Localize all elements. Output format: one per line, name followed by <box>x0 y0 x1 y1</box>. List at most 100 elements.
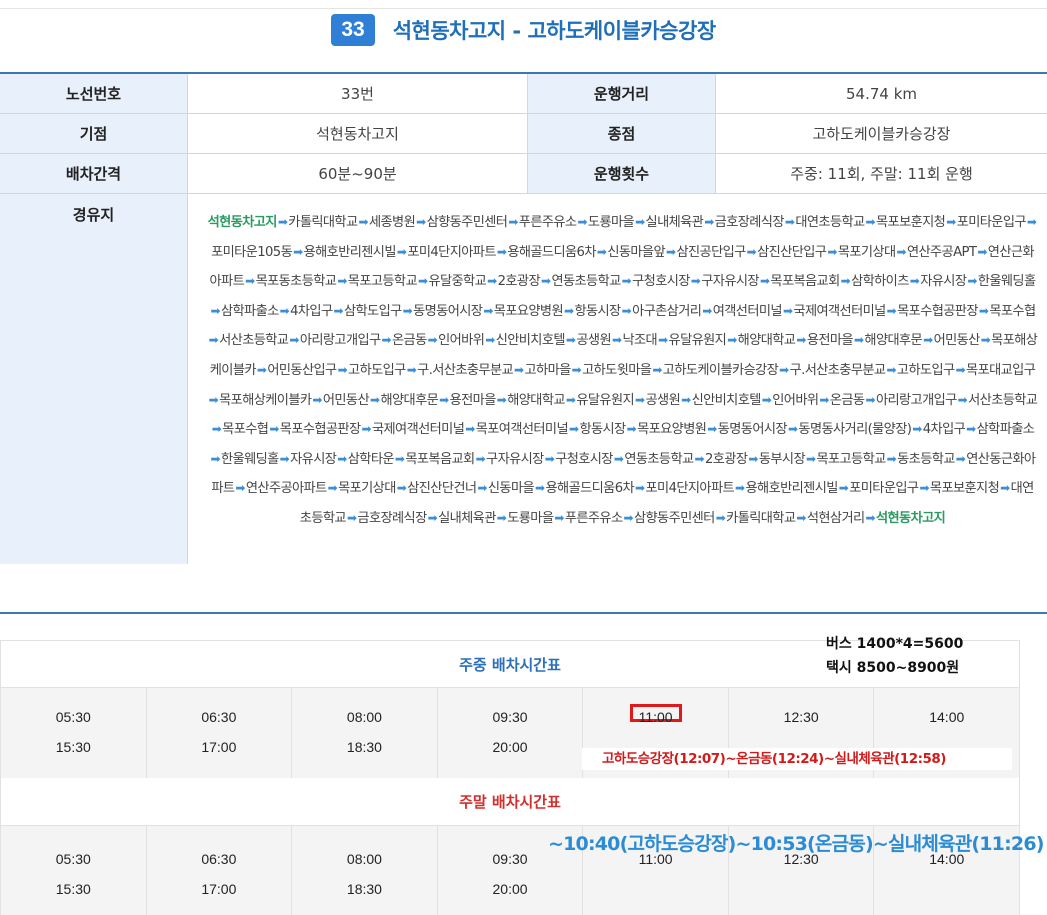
arrow-right-icon: ➡ <box>919 481 929 496</box>
via-stop: 용해호반리젠시빌 <box>745 481 839 497</box>
arrow-right-icon: ➡ <box>978 303 989 318</box>
arrow-right-icon: ➡ <box>370 392 380 407</box>
interval-label: 배차간격 <box>0 154 188 193</box>
arrow-right-icon: ➡ <box>748 451 758 466</box>
arrow-right-icon: ➡ <box>635 481 645 496</box>
via-stop: 국제여객선터미널 <box>371 422 465 438</box>
via-stop: 고하마을 <box>524 362 572 378</box>
arrow-right-icon: ➡ <box>865 392 875 407</box>
arrow-right-icon: ➡ <box>416 215 426 229</box>
arrow-right-icon: ➡ <box>289 333 299 348</box>
via-stop: 목포고등학교 <box>347 274 418 290</box>
arrow-right-icon: ➡ <box>886 362 896 377</box>
via-stop: 신안비치호텔 <box>691 392 762 408</box>
via-stop: 고하도입구 <box>348 362 406 378</box>
route-info-table: 노선번호 33번 운행거리 54.74 km 기점 석현동차고지 종점 고하도케… <box>0 72 1047 564</box>
departure-time: 06:30 <box>201 851 237 867</box>
via-stop: 포미타운105동 <box>211 244 293 260</box>
via-stop: 삼학하이츠 <box>851 274 909 290</box>
schedule-column: 05:30 15:30 <box>1 688 147 778</box>
arrow-right-icon: ➡ <box>613 451 624 466</box>
info-row-route: 노선번호 33번 운행거리 54.74 km <box>0 74 1047 114</box>
arrow-right-icon: ➡ <box>853 333 864 348</box>
via-stop: 고하도윗마을 <box>582 362 652 378</box>
via-stop: 동명동어시장 <box>413 303 483 319</box>
via-stop: 해양대학교 <box>507 392 565 408</box>
end-value: 고하도케이블카승강장 <box>812 125 951 143</box>
arrow-right-icon: ➡ <box>279 303 290 318</box>
end-label: 종점 <box>528 114 716 153</box>
schedule-column: 09:30 20:00 <box>438 688 584 778</box>
arrow-right-icon: ➡ <box>337 362 348 377</box>
arrow-right-icon: ➡ <box>210 303 221 318</box>
arrow-right-icon: ➡ <box>235 481 245 496</box>
arrow-right-icon: ➡ <box>1000 481 1010 496</box>
via-label: 경유지 <box>0 194 188 564</box>
via-stop: 신동마을 <box>487 481 535 497</box>
via-stop: 목포복음교회 <box>770 274 840 290</box>
arrow-right-icon: ➡ <box>540 274 551 289</box>
via-stop: 구.서산초충무분교 <box>417 362 514 378</box>
via-stop: 푸른주유소 <box>518 215 577 230</box>
info-row-via: 경유지 석현동차고지➡카톨릭대학교➡세종병원➡삼향동주민센터➡푸른주유소➡도룡마… <box>0 194 1047 564</box>
arrow-right-icon: ➡ <box>923 333 933 348</box>
via-stop: 해양대학교 <box>737 333 796 349</box>
departure-time: 06:30 <box>201 709 237 725</box>
arrow-right-icon: ➡ <box>279 451 290 466</box>
fare-note: 버스 1400*4=5600 택시 8500~8900원 <box>826 632 963 680</box>
via-stop: 해양대후문 <box>864 333 923 349</box>
info-row-interval: 배차간격 60분~90분 운행횟수 주중: 11회, 주말: 11회 운행 <box>0 154 1047 194</box>
departure-time: 05:30 <box>55 709 91 725</box>
arrow-right-icon: ➡ <box>658 333 668 348</box>
arrow-right-icon: ➡ <box>977 244 987 259</box>
arrow-right-icon: ➡ <box>967 274 977 289</box>
arrow-right-icon: ➡ <box>621 274 632 289</box>
via-stop: 고하도입구 <box>896 362 955 378</box>
via-stop: 어민동산 <box>933 333 981 349</box>
via-stop: 구청호시장 <box>632 274 690 290</box>
arrow-right-icon: ➡ <box>361 422 372 437</box>
via-stop: 신안비치호텔 <box>495 333 566 349</box>
via-stop: 동초등학교 <box>897 451 955 467</box>
via-stop: 실내체육관 <box>438 510 496 526</box>
arrow-right-icon: ➡ <box>208 392 219 407</box>
via-stop: 온금동 <box>392 333 427 349</box>
via-stop: 용해골드디움6차 <box>507 244 596 260</box>
arrow-right-icon: ➡ <box>394 451 405 466</box>
arrow-right-icon: ➡ <box>245 274 255 289</box>
departure-time: 20:00 <box>492 739 528 755</box>
arrow-right-icon: ➡ <box>427 510 438 525</box>
arrow-right-icon: ➡ <box>759 274 770 289</box>
arrow-right-icon: ➡ <box>396 244 407 259</box>
arrow-right-icon: ➡ <box>396 481 407 496</box>
via-stop: 목포기상대 <box>338 481 396 497</box>
arrow-right-icon: ➡ <box>865 510 876 525</box>
departure-time: 15:30 <box>55 881 91 897</box>
arrow-right-icon: ➡ <box>417 274 428 289</box>
arrow-right-icon: ➡ <box>496 392 507 407</box>
via-stop: 연동초등학교 <box>624 451 694 467</box>
via-stop: 고하도케이블카승강장 <box>662 362 779 378</box>
via-stop: 실내체육관 <box>645 215 704 230</box>
via-stop: 연산주공APT <box>906 244 977 260</box>
via-stop: 삼학도입구 <box>343 303 402 319</box>
via-stop: 공생원 <box>576 333 611 349</box>
arrow-right-icon: ➡ <box>652 362 662 377</box>
via-stop: 어민동산입구 <box>267 362 337 378</box>
schedule-column: 08:00 18:30 <box>292 688 438 778</box>
via-stop: 동부시장 <box>758 451 806 467</box>
arrow-right-icon: ➡ <box>563 303 574 318</box>
departure-time: 12:30 <box>783 709 819 725</box>
departure-time: 18:30 <box>346 739 382 755</box>
via-stop: 구자유시장 <box>486 451 544 467</box>
via-stop: 용해골드디움6차 <box>545 481 635 497</box>
via-stop: 자유시장 <box>290 451 337 467</box>
departure-time: 17:00 <box>201 739 237 755</box>
via-stop: 삼향동주민센터 <box>633 510 715 526</box>
arrow-right-icon: ➡ <box>337 451 347 466</box>
schedule-column: 06:30 17:00 <box>147 826 293 915</box>
via-stop: 대연초등학교 <box>795 215 865 230</box>
trips-label: 운행횟수 <box>528 154 716 193</box>
arrow-right-icon: ➡ <box>427 333 438 348</box>
arrow-right-icon: ➡ <box>406 362 417 377</box>
